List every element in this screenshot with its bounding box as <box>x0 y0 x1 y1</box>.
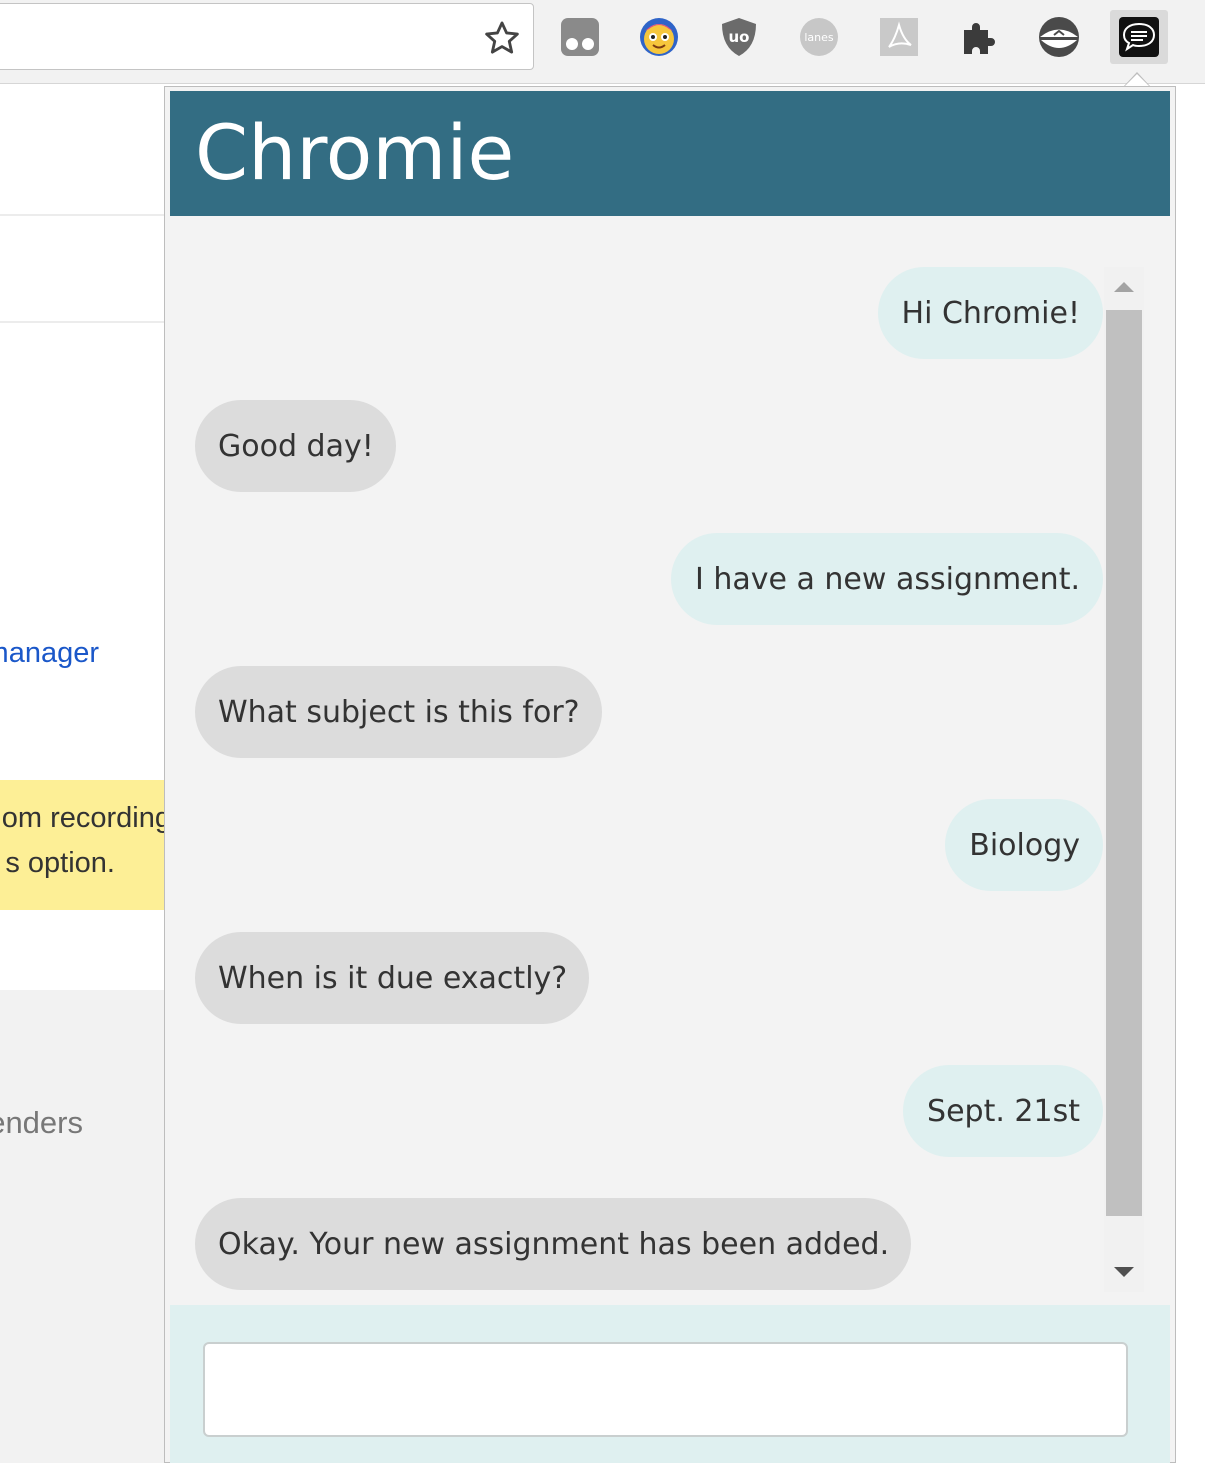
manager-link[interactable]: manager <box>0 637 99 670</box>
page-section: enders <box>0 990 165 1463</box>
lanes-icon[interactable]: lanes <box>790 10 848 64</box>
user-message: Sept. 21st <box>903 1065 1103 1157</box>
bot-message: Okay. Your new assignment has been added… <box>195 1198 912 1290</box>
adobe-acrobat-icon[interactable] <box>870 10 928 64</box>
popup-title: Chromie <box>195 108 515 197</box>
chat-scrollbar[interactable] <box>1104 267 1144 1292</box>
section-text: enders <box>0 1105 83 1140</box>
bot-message: Good day! <box>195 400 396 492</box>
extension-2-icon[interactable] <box>630 10 688 64</box>
popup-header: Chromie <box>170 91 1170 216</box>
chromie-chat-icon[interactable] <box>1110 10 1168 64</box>
background-page: manager om recording s option. enders <box>0 85 165 1463</box>
message-input[interactable] <box>203 1342 1128 1437</box>
bookmark-star-icon[interactable] <box>483 19 521 57</box>
extensions-puzzle-icon[interactable] <box>950 10 1008 64</box>
user-message: Biology <box>945 799 1103 891</box>
svg-text:uo: uo <box>729 28 750 46</box>
scroll-down-arrow-icon[interactable] <box>1104 1252 1144 1292</box>
scroll-up-arrow-icon[interactable] <box>1104 267 1144 307</box>
notice-line: om recording <box>1 802 165 834</box>
bot-message: What subject is this for? <box>195 666 602 758</box>
address-bar[interactable] <box>0 3 534 70</box>
input-area <box>170 1305 1170 1463</box>
extension-7-icon[interactable] <box>1030 10 1088 64</box>
notice-line: s option. <box>5 847 115 879</box>
scroll-thumb[interactable] <box>1106 310 1142 1216</box>
popup-arrow <box>1124 72 1150 86</box>
divider <box>0 214 165 216</box>
user-message: Hi Chromie! <box>877 267 1103 359</box>
divider <box>0 321 165 323</box>
chat-log: Hi Chromie! Good day! I have a new assig… <box>195 267 1103 1297</box>
extension-1-icon[interactable] <box>551 10 609 64</box>
lanes-label: lanes <box>804 31 834 44</box>
chromie-popup: Chromie Hi Chromie! Good day! I have a n… <box>164 86 1176 1463</box>
browser-toolbar: uo lanes <box>0 0 1205 84</box>
ublock-shield-icon[interactable]: uo <box>710 10 768 64</box>
user-message: I have a new assignment. <box>670 533 1103 625</box>
notice-banner: om recording s option. <box>0 780 165 910</box>
bot-message: When is it due exactly? <box>195 932 590 1024</box>
